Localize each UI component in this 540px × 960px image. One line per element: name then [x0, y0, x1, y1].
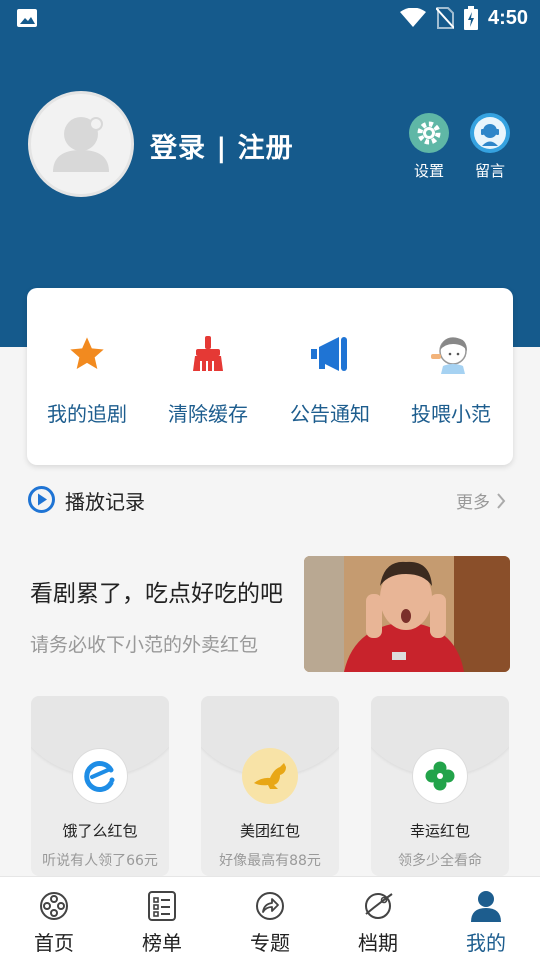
no-sim-icon [435, 7, 454, 29]
play-history-section: 播放记录 更多 [28, 484, 512, 516]
packet-desc: 听说有人领了66元 [42, 853, 158, 869]
star-icon [65, 332, 109, 376]
girl-eating-icon [429, 332, 473, 376]
nav-label: 首页 [34, 931, 74, 955]
nav-label: 档期 [358, 931, 398, 955]
nav-mine[interactable]: 我的 [446, 889, 526, 956]
play-circle-icon [28, 486, 55, 513]
kangaroo-icon [242, 748, 298, 804]
packet-name: 美团红包 [239, 822, 300, 840]
share-arrow-icon [253, 889, 287, 923]
battery-charging-icon [463, 6, 478, 30]
quick-action-feed[interactable]: 投喂小范 [391, 332, 511, 427]
chevron-right-icon [497, 492, 506, 509]
quick-action-clear-cache[interactable]: 清除缓存 [148, 332, 268, 427]
image-icon [17, 9, 37, 27]
nav-label: 我的 [466, 931, 506, 955]
status-time: 4:50 [487, 6, 528, 29]
promo-title: 看剧累了，吃点好吃的吧 [30, 581, 283, 607]
bottom-nav: 首页 榜单 专题 档期 我的 [0, 876, 540, 960]
promo-subtitle: 请务必收下小范的外卖红包 [30, 634, 259, 656]
nav-label: 榜单 [142, 931, 182, 955]
nav-topics[interactable]: 专题 [230, 889, 310, 956]
quick-action-label: 公告通知 [290, 402, 370, 426]
headset-icon [470, 113, 510, 153]
film-reel-icon [37, 889, 71, 923]
more-label: 更多 [456, 493, 490, 513]
broom-icon [186, 332, 230, 376]
avatar[interactable] [28, 91, 134, 197]
nav-rankings[interactable]: 榜单 [122, 889, 202, 956]
promo-image[interactable] [304, 556, 510, 672]
quick-action-favorites[interactable]: 我的追剧 [27, 332, 147, 427]
nav-schedule[interactable]: 档期 [338, 889, 418, 956]
quick-action-announcements[interactable]: 公告通知 [270, 332, 390, 427]
login-register-link[interactable]: 登录 | 注册 [150, 126, 294, 165]
packet-name: 饿了么红包 [62, 822, 138, 840]
status-bar: 4:50 [0, 0, 540, 36]
nav-home[interactable]: 首页 [14, 889, 94, 956]
quick-action-label: 投喂小范 [411, 402, 491, 426]
eleme-icon [72, 748, 128, 804]
red-packet-meituan[interactable]: 美团红包 好像最高有88元 [201, 696, 339, 876]
user-icon [469, 889, 503, 923]
red-packet-eleme[interactable]: 饿了么红包 听说有人领了66元 [31, 696, 169, 876]
clover-icon [412, 748, 468, 804]
quick-action-label: 我的追剧 [47, 402, 127, 426]
play-history-title: 播放记录 [65, 490, 145, 514]
settings-button[interactable]: 设置 [404, 113, 454, 181]
quick-action-label: 清除缓存 [168, 402, 248, 426]
nav-label: 专题 [250, 931, 290, 955]
red-packet-lucky[interactable]: 幸运红包 领多少全看命 [371, 696, 509, 876]
message-label: 留言 [474, 162, 505, 180]
settings-label: 设置 [413, 162, 444, 180]
packet-name: 幸运红包 [409, 822, 470, 840]
more-link[interactable]: 更多 [456, 488, 506, 513]
list-icon [145, 889, 179, 923]
quick-actions-card: 我的追剧 清除缓存 公告通知 投喂小范 [27, 288, 513, 465]
wifi-icon [399, 8, 426, 27]
gear-icon [409, 113, 449, 153]
packet-desc: 好像最高有88元 [219, 853, 321, 869]
megaphone-icon [308, 332, 352, 376]
planet-icon [361, 889, 395, 923]
packet-desc: 领多少全看命 [398, 853, 482, 869]
promo-photo [304, 556, 510, 672]
default-avatar-icon [53, 117, 109, 172]
message-button[interactable]: 留言 [465, 113, 515, 181]
